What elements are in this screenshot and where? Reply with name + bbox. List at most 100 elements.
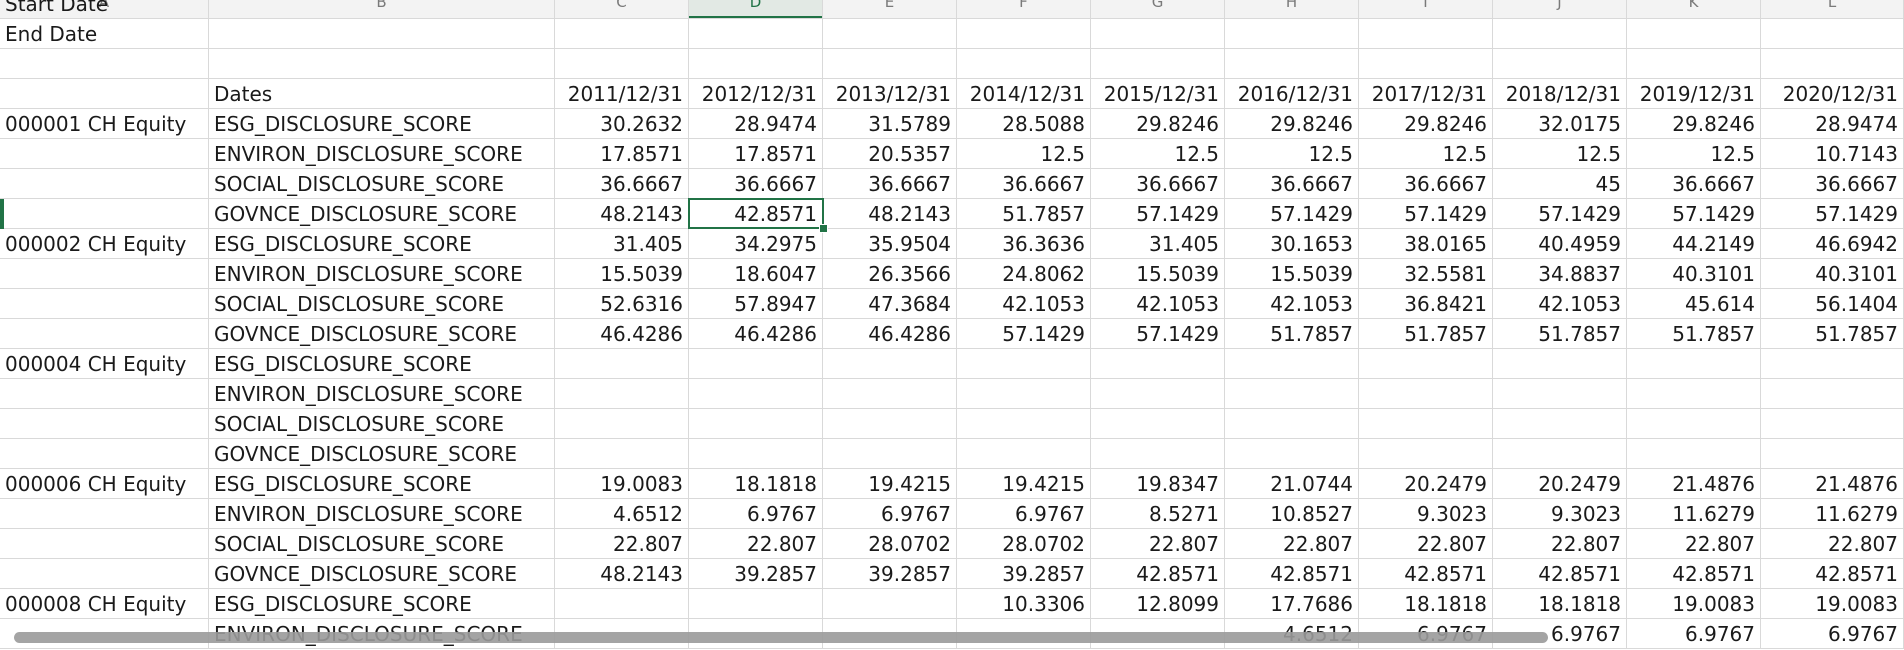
cell-value[interactable]: 40.3101 — [1761, 259, 1904, 288]
cell-value[interactable]: 42.1053 — [1493, 289, 1627, 318]
cell-value[interactable] — [1493, 19, 1627, 48]
cell-value[interactable]: 15.5039 — [555, 259, 689, 288]
cell-value[interactable]: 46.4286 — [689, 319, 823, 348]
cell-value[interactable]: 22.807 — [1091, 529, 1225, 558]
cell-value[interactable] — [1091, 349, 1225, 378]
cell-value[interactable]: 2019/12/31 — [1627, 79, 1761, 108]
cell-field-name[interactable]: GOVNCE_DISCLOSURE_SCORE — [209, 319, 555, 348]
cell-value[interactable] — [1493, 439, 1627, 468]
cell-value[interactable] — [1091, 0, 1225, 18]
cell-equity-label[interactable]: 000002 CH Equity — [0, 229, 209, 258]
cell-value[interactable]: 20.2479 — [1493, 469, 1627, 498]
cell-field-name[interactable]: ESG_DISCLOSURE_SCORE — [209, 229, 555, 258]
cell-value[interactable]: 29.8246 — [1627, 109, 1761, 138]
cell-value[interactable]: 32.0175 — [1493, 109, 1627, 138]
cell-value[interactable]: 42.8571 — [1225, 559, 1359, 588]
cell-value[interactable]: 2012/12/31 — [689, 79, 823, 108]
cell-value[interactable]: 56.1404 — [1761, 289, 1904, 318]
cell-value[interactable] — [1761, 409, 1904, 438]
cell-value[interactable]: 42.8571 — [1627, 559, 1761, 588]
cell-value[interactable]: 22.807 — [1627, 529, 1761, 558]
cell-field-name[interactable]: ENVIRON_DISCLOSURE_SCORE — [209, 379, 555, 408]
cell-field-name[interactable]: GOVNCE_DISCLOSURE_SCORE — [209, 199, 555, 228]
cell-value[interactable]: 28.0702 — [957, 529, 1091, 558]
cell-value[interactable]: 19.4215 — [957, 469, 1091, 498]
cell-value[interactable]: 42.1053 — [1091, 289, 1225, 318]
cell-value[interactable]: 48.2143 — [555, 199, 689, 228]
cell-equity-label[interactable]: 000001 CH Equity — [0, 109, 209, 138]
cell-equity-label[interactable]: 000006 CH Equity — [0, 469, 209, 498]
cell-value[interactable]: 9.3023 — [1493, 499, 1627, 528]
cell-equity-label[interactable]: 000008 CH Equity — [0, 589, 209, 618]
cell-value[interactable] — [689, 349, 823, 378]
cell-value[interactable] — [1091, 49, 1225, 78]
cell-value[interactable]: 48.2143 — [823, 199, 957, 228]
cell-equity-label[interactable] — [0, 379, 209, 408]
cell-value[interactable]: 32.5581 — [1359, 259, 1493, 288]
cell-value[interactable]: 46.4286 — [823, 319, 957, 348]
cell-value[interactable]: 42.1053 — [1225, 289, 1359, 318]
cell-value[interactable]: 57.1429 — [1761, 199, 1904, 228]
cell-value[interactable] — [689, 379, 823, 408]
cell-equity-label[interactable] — [0, 139, 209, 168]
cell-value[interactable] — [957, 349, 1091, 378]
cell-value[interactable]: 51.7857 — [1627, 319, 1761, 348]
cell-field-name[interactable]: Dates — [209, 79, 555, 108]
cell-field-name[interactable]: ENVIRON_DISCLOSURE_SCORE — [209, 259, 555, 288]
cell-equity-label[interactable] — [0, 529, 209, 558]
cell-equity-label[interactable] — [0, 439, 209, 468]
cell-value[interactable] — [1225, 49, 1359, 78]
cell-value[interactable]: 38.0165 — [1359, 229, 1493, 258]
cell-value[interactable]: 34.2975 — [689, 229, 823, 258]
cell-value[interactable]: 29.8246 — [1091, 109, 1225, 138]
cell-value[interactable] — [1359, 49, 1493, 78]
cell-value[interactable] — [689, 589, 823, 618]
cell-value[interactable]: 42.8571 — [1493, 559, 1627, 588]
cell-value[interactable]: 36.6667 — [1359, 169, 1493, 198]
cell-value[interactable]: 26.3566 — [823, 259, 957, 288]
cell-value[interactable]: 35.9504 — [823, 229, 957, 258]
cell-value[interactable] — [823, 49, 957, 78]
cell-value[interactable]: 18.1818 — [1359, 589, 1493, 618]
cell-value[interactable] — [1627, 49, 1761, 78]
cell-value[interactable]: 45.614 — [1627, 289, 1761, 318]
cell-equity-label[interactable] — [0, 499, 209, 528]
cell-value[interactable]: 57.1429 — [1627, 199, 1761, 228]
cell-value[interactable] — [689, 19, 823, 48]
cell-value[interactable]: 15.5039 — [1091, 259, 1225, 288]
cell-value[interactable]: 44.2149 — [1627, 229, 1761, 258]
cell-field-name[interactable]: SOCIAL_DISCLOSURE_SCORE — [209, 289, 555, 318]
cell-value[interactable]: 30.2632 — [555, 109, 689, 138]
cell-value[interactable]: 57.1429 — [1091, 199, 1225, 228]
cell-field-name[interactable]: SOCIAL_DISCLOSURE_SCORE — [209, 169, 555, 198]
cell-value[interactable] — [1493, 49, 1627, 78]
cell-value[interactable]: 2017/12/31 — [1359, 79, 1493, 108]
cell-value[interactable] — [689, 439, 823, 468]
cell-value[interactable]: 31.5789 — [823, 109, 957, 138]
cell-value[interactable] — [689, 0, 823, 18]
cell-value[interactable] — [823, 379, 957, 408]
cell-value[interactable]: 45 — [1493, 169, 1627, 198]
cell-value[interactable]: 42.1053 — [957, 289, 1091, 318]
cell-value[interactable] — [957, 19, 1091, 48]
cell-value[interactable]: 46.4286 — [555, 319, 689, 348]
cell-value[interactable] — [1359, 409, 1493, 438]
cell-value[interactable] — [1091, 439, 1225, 468]
cell-value[interactable]: 22.807 — [1493, 529, 1627, 558]
cell-value[interactable]: 47.3684 — [823, 289, 957, 318]
cell-value[interactable] — [823, 349, 957, 378]
cell-value[interactable]: 22.807 — [689, 529, 823, 558]
cell-value[interactable]: 10.3306 — [957, 589, 1091, 618]
cell-value[interactable]: 2016/12/31 — [1225, 79, 1359, 108]
cell-value[interactable] — [689, 49, 823, 78]
cell-value[interactable]: 36.6667 — [957, 169, 1091, 198]
cell-field-name[interactable]: ESG_DISCLOSURE_SCORE — [209, 589, 555, 618]
cell-value[interactable]: 28.0702 — [823, 529, 957, 558]
cell-value[interactable]: 34.8837 — [1493, 259, 1627, 288]
cell-field-name[interactable]: ENVIRON_DISCLOSURE_SCORE — [209, 499, 555, 528]
cell-value[interactable]: 10.8527 — [1225, 499, 1359, 528]
cell-value[interactable] — [689, 409, 823, 438]
cell-value[interactable]: 57.1429 — [1493, 199, 1627, 228]
cell-value[interactable]: 51.7857 — [957, 199, 1091, 228]
cell-value[interactable]: 18.6047 — [689, 259, 823, 288]
